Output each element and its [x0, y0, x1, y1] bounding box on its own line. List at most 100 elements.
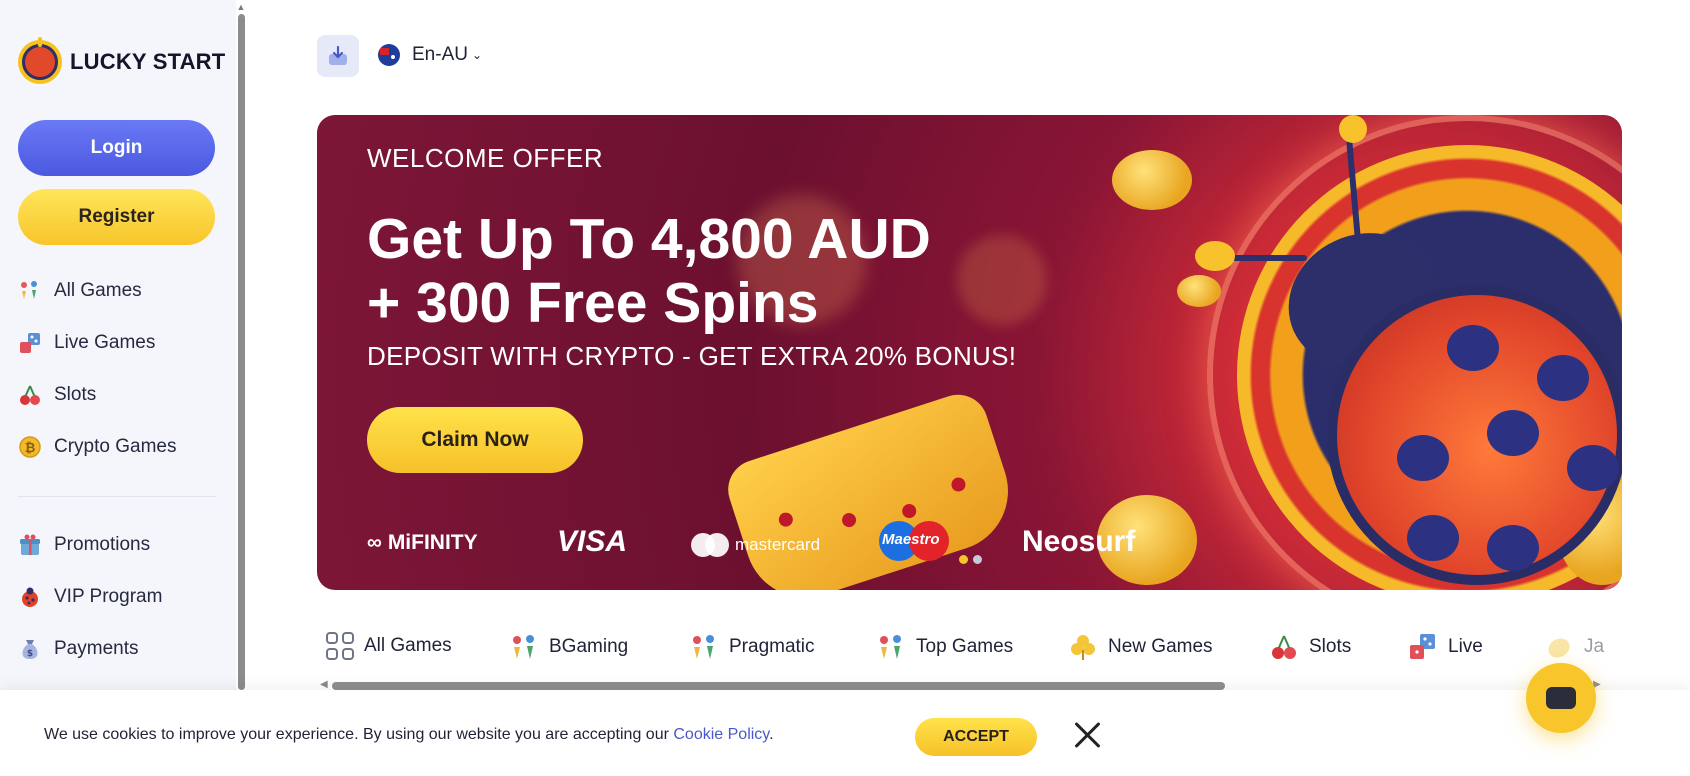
cookie-text: We use cookies to improve your experienc…	[44, 726, 674, 743]
coin-decoration	[1177, 275, 1221, 307]
mastercard-logo: mastercard	[691, 533, 820, 557]
sidebar-item-slots[interactable]: Slots	[18, 380, 218, 410]
cherries-icon	[1269, 632, 1299, 662]
tab-all-games[interactable]: All Games	[326, 632, 452, 660]
antenna-ball-decoration	[1339, 115, 1367, 143]
ladybug-spot	[1537, 355, 1589, 401]
logo[interactable]: LUCKY START	[18, 37, 226, 84]
sidebar-nav-secondary: Promotions VIP Program $ Payments	[18, 530, 218, 664]
tab-label: Top Games	[916, 636, 1014, 657]
ladybug-icon	[18, 585, 42, 609]
tab-bgaming[interactable]: BGaming	[509, 632, 628, 662]
cookie-policy-link[interactable]: Cookie Policy	[673, 726, 769, 743]
sidebar-item-all-games[interactable]: All Games	[18, 276, 218, 306]
svg-text:$: $	[27, 649, 33, 659]
live-games-icon	[18, 331, 42, 355]
sidebar-item-label: Slots	[54, 384, 97, 405]
download-app-button[interactable]	[317, 35, 359, 77]
cookie-banner: We use cookies to improve your experienc…	[0, 690, 1690, 776]
headline-line-2: + 300 Free Spins	[367, 271, 819, 335]
tab-label: Pragmatic	[729, 636, 815, 657]
maestro-label: Maestro	[882, 531, 940, 548]
sidebar-item-label: VIP Program	[54, 586, 163, 607]
sidebar-item-crypto-games[interactable]: ₿ Crypto Games	[18, 432, 218, 462]
ladybug-body-decoration	[1327, 285, 1622, 585]
tab-new-games[interactable]: New Games	[1068, 632, 1213, 662]
cards-icon	[876, 632, 906, 662]
sidebar-nav-primary: All Games Live Games Slots ₿ Crypto Game…	[18, 276, 218, 462]
cards-icon	[509, 632, 539, 662]
tab-jackpot-partial[interactable]: Ja	[1544, 632, 1604, 662]
ladybug-spot	[1397, 435, 1449, 481]
mastercard-label: mastercard	[735, 535, 821, 554]
claim-now-button[interactable]: Claim Now	[367, 407, 583, 473]
crown-gem	[900, 502, 919, 520]
ladybug-spot	[1487, 410, 1539, 456]
sidebar-scrollbar-thumb[interactable]	[238, 14, 245, 690]
headline-line-1: Get Up To 4,800 AUD	[367, 207, 931, 271]
carousel-dot[interactable]	[973, 555, 982, 564]
register-button[interactable]: Register	[18, 189, 215, 245]
scroll-left-arrow-icon[interactable]: ◀	[320, 679, 328, 690]
visa-logo: VISA	[557, 525, 628, 558]
carousel-dot-active[interactable]	[959, 555, 968, 564]
coin-decoration	[1112, 150, 1192, 210]
gift-icon	[18, 533, 42, 557]
cherries-icon	[18, 383, 42, 407]
antenna-ball-decoration	[1195, 241, 1235, 271]
sidebar-item-live-games[interactable]: Live Games	[18, 328, 218, 358]
tab-label: Live	[1448, 636, 1483, 657]
tab-slots[interactable]: Slots	[1269, 632, 1351, 662]
svg-text:₿: ₿	[25, 441, 36, 456]
ladybug-spot	[1487, 525, 1539, 571]
close-icon[interactable]	[1070, 718, 1104, 752]
tab-label: Ja	[1584, 636, 1605, 657]
australia-flag-icon	[378, 44, 400, 66]
tab-label: All Games	[364, 635, 452, 656]
language-label: En-AU	[412, 44, 468, 65]
download-icon	[329, 45, 347, 65]
sidebar-item-vip-program[interactable]: VIP Program	[18, 582, 218, 612]
sidebar-item-payments[interactable]: $ Payments	[18, 634, 218, 664]
banner-subline: DEPOSIT WITH CRYPTO - GET EXTRA 20% BONU…	[367, 341, 1017, 371]
tab-top-games[interactable]: Top Games	[876, 632, 1013, 662]
dice-icon	[1408, 632, 1438, 662]
grid-icon	[326, 632, 354, 660]
clover-icon	[1068, 632, 1098, 662]
sidebar-item-label: Crypto Games	[54, 436, 177, 457]
logo-text: LUCKY START	[70, 49, 226, 74]
ladybug-logo-icon	[18, 37, 62, 84]
sidebar: LUCKY START Login Register All Games Liv…	[0, 0, 236, 690]
sidebar-item-promotions[interactable]: Promotions	[18, 530, 218, 560]
neosurf-logo: Neosurf	[1022, 525, 1136, 558]
ladybug-spot	[1447, 325, 1499, 371]
language-selector[interactable]: En-AU ⌄	[378, 44, 482, 66]
sidebar-item-label: Live Games	[54, 332, 156, 353]
cards-icon	[689, 632, 719, 662]
ladybug-spot	[1567, 445, 1619, 491]
tab-pragmatic[interactable]: Pragmatic	[689, 632, 815, 662]
welcome-banner[interactable]: WELCOME OFFER Get Up To 4,800 AUD + 300 …	[317, 115, 1622, 590]
accept-cookies-button[interactable]: ACCEPT	[915, 718, 1037, 756]
mastercard-circles-icon	[691, 533, 729, 557]
banner-headline: Get Up To 4,800 AUD + 300 Free Spins	[367, 207, 931, 335]
bitcoin-icon: ₿	[18, 435, 42, 459]
scroll-up-arrow-icon[interactable]: ▲	[236, 2, 246, 12]
login-button[interactable]: Login	[18, 120, 215, 176]
banner-eyebrow: WELCOME OFFER	[367, 143, 604, 173]
category-scrollbar-thumb[interactable]	[332, 682, 1225, 690]
cookie-suffix: .	[769, 726, 774, 743]
sidebar-item-label: Payments	[54, 638, 139, 659]
mifinity-label: MiFINITY	[387, 531, 478, 554]
live-chat-button[interactable]	[1526, 663, 1596, 733]
crown-gem	[949, 475, 968, 494]
sidebar-item-label: All Games	[54, 280, 142, 301]
cookie-message: We use cookies to improve your experienc…	[44, 726, 774, 744]
tab-label: New Games	[1108, 636, 1213, 657]
money-bag-icon: $	[18, 637, 42, 661]
carousel-indicators[interactable]	[959, 555, 982, 564]
chevron-down-icon: ⌄	[471, 48, 483, 62]
tab-live[interactable]: Live	[1408, 632, 1483, 662]
sidebar-divider	[18, 496, 216, 497]
maestro-logo: Maestro	[879, 519, 951, 563]
